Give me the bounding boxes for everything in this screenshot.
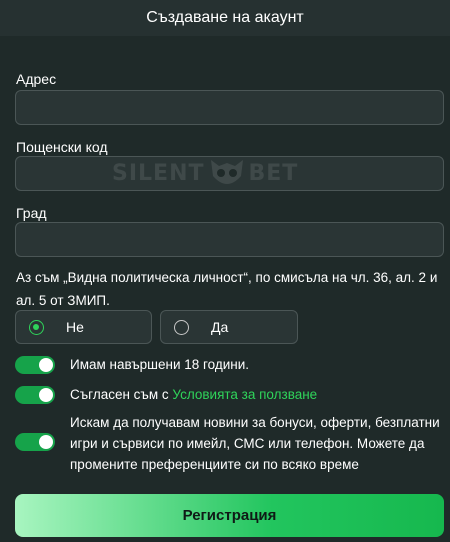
toggle-knob: [39, 435, 53, 449]
terms-row: [15, 386, 55, 404]
newsletter-toggle[interactable]: [15, 433, 55, 451]
address-input[interactable]: [15, 90, 444, 125]
address-label: Адрес: [16, 71, 57, 87]
postal-code-input[interactable]: [15, 156, 444, 191]
toggle-knob: [39, 358, 53, 372]
city-input[interactable]: [15, 222, 444, 257]
city-label: Град: [16, 205, 47, 221]
register-button[interactable]: Регистрация: [15, 494, 444, 537]
toggle-knob: [39, 388, 53, 402]
terms-text: Съгласен съм с Условията за ползване: [70, 385, 317, 405]
page-title: Създаване на акаунт: [146, 9, 304, 26]
terms-toggle[interactable]: [15, 386, 55, 404]
terms-text-prefix: Съгласен съм с: [70, 387, 173, 402]
newsletter-text: Искам да получавам новини за бонуси, офе…: [70, 415, 440, 472]
radio-unchecked-icon[interactable]: [174, 319, 189, 335]
age-confirm-text: Имам навършени 18 години.: [70, 357, 250, 372]
pep-option-no-label: Не: [66, 319, 84, 335]
postal-code-label: Пощенски код: [16, 139, 108, 155]
terms-link[interactable]: Условията за ползване: [172, 387, 317, 402]
page-header: Създаване на акаунт: [0, 0, 450, 36]
pep-option-no[interactable]: Не: [15, 310, 152, 344]
age-confirm-toggle[interactable]: [15, 356, 55, 374]
radio-checked-icon[interactable]: [29, 319, 44, 335]
pep-question: Аз съм „Видна политическа личност“, по с…: [16, 270, 438, 308]
pep-option-yes-label: Да: [211, 319, 229, 335]
age-confirm-row: [15, 356, 55, 374]
newsletter-row: [15, 433, 55, 451]
pep-option-yes[interactable]: Да: [160, 310, 298, 344]
